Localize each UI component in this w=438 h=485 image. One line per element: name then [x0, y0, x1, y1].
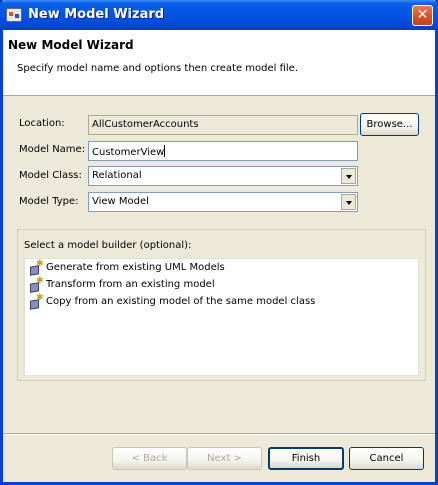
list-item[interactable]: ✱ Copy from an existing model of the sam… [28, 294, 408, 311]
location-field: AllCustomerAccounts [88, 115, 358, 135]
wizard-app-icon [6, 8, 22, 22]
model-class-value: Relational [92, 170, 142, 181]
finish-button[interactable]: Finish [268, 447, 344, 470]
close-button[interactable]: ✕ [412, 5, 433, 26]
chevron-down-icon[interactable] [341, 168, 356, 184]
builder-item-label: Transform from an existing model [46, 279, 215, 290]
text-caret [164, 145, 166, 157]
list-item[interactable]: ✱ Generate from existing UML Models [28, 260, 408, 277]
model-name-value: CustomerView [92, 147, 165, 158]
browse-button[interactable]: Browse... [360, 113, 419, 136]
cancel-button[interactable]: Cancel [349, 447, 424, 470]
model-class-label: Model Class: [19, 170, 82, 181]
model-builder-title: Select a model builder (optional): [24, 240, 192, 251]
close-icon: ✕ [416, 7, 429, 23]
back-button[interactable]: < Back [112, 447, 187, 470]
model-builder-list[interactable]: ✱ Generate from existing UML Models ✱ Tr… [24, 258, 419, 376]
location-label: Location: [19, 118, 65, 129]
model-builder-icon: ✱ [28, 294, 44, 310]
model-builder-group: Select a model builder (optional): ✱ Gen… [17, 229, 426, 381]
list-item[interactable]: ✱ Transform from an existing model [28, 277, 408, 294]
next-button[interactable]: Next > [187, 447, 262, 470]
model-builder-icon: ✱ [28, 260, 44, 276]
model-builder-icon: ✱ [28, 277, 44, 293]
page-title: New Model Wizard [8, 38, 134, 52]
model-type-select[interactable]: View Model [88, 192, 358, 212]
model-type-value: View Model [92, 196, 149, 207]
title-bar[interactable]: New Model Wizard ✕ [0, 0, 438, 30]
window-title: New Model Wizard [28, 7, 165, 22]
model-name-input[interactable]: CustomerView [88, 141, 358, 161]
builder-item-label: Generate from existing UML Models [46, 262, 225, 273]
page-description: Specify model name and options then crea… [17, 63, 298, 74]
model-type-label: Model Type: [19, 196, 79, 207]
chevron-down-icon[interactable] [341, 194, 356, 210]
model-class-select[interactable]: Relational [88, 166, 358, 186]
builder-item-label: Copy from an existing model of the same … [46, 296, 316, 307]
model-name-label: Model Name: [19, 144, 86, 155]
wizard-window: New Model Wizard ✕ New Model Wizard Spec… [0, 0, 438, 485]
wizard-header: New Model Wizard Specify model name and … [3, 30, 435, 96]
